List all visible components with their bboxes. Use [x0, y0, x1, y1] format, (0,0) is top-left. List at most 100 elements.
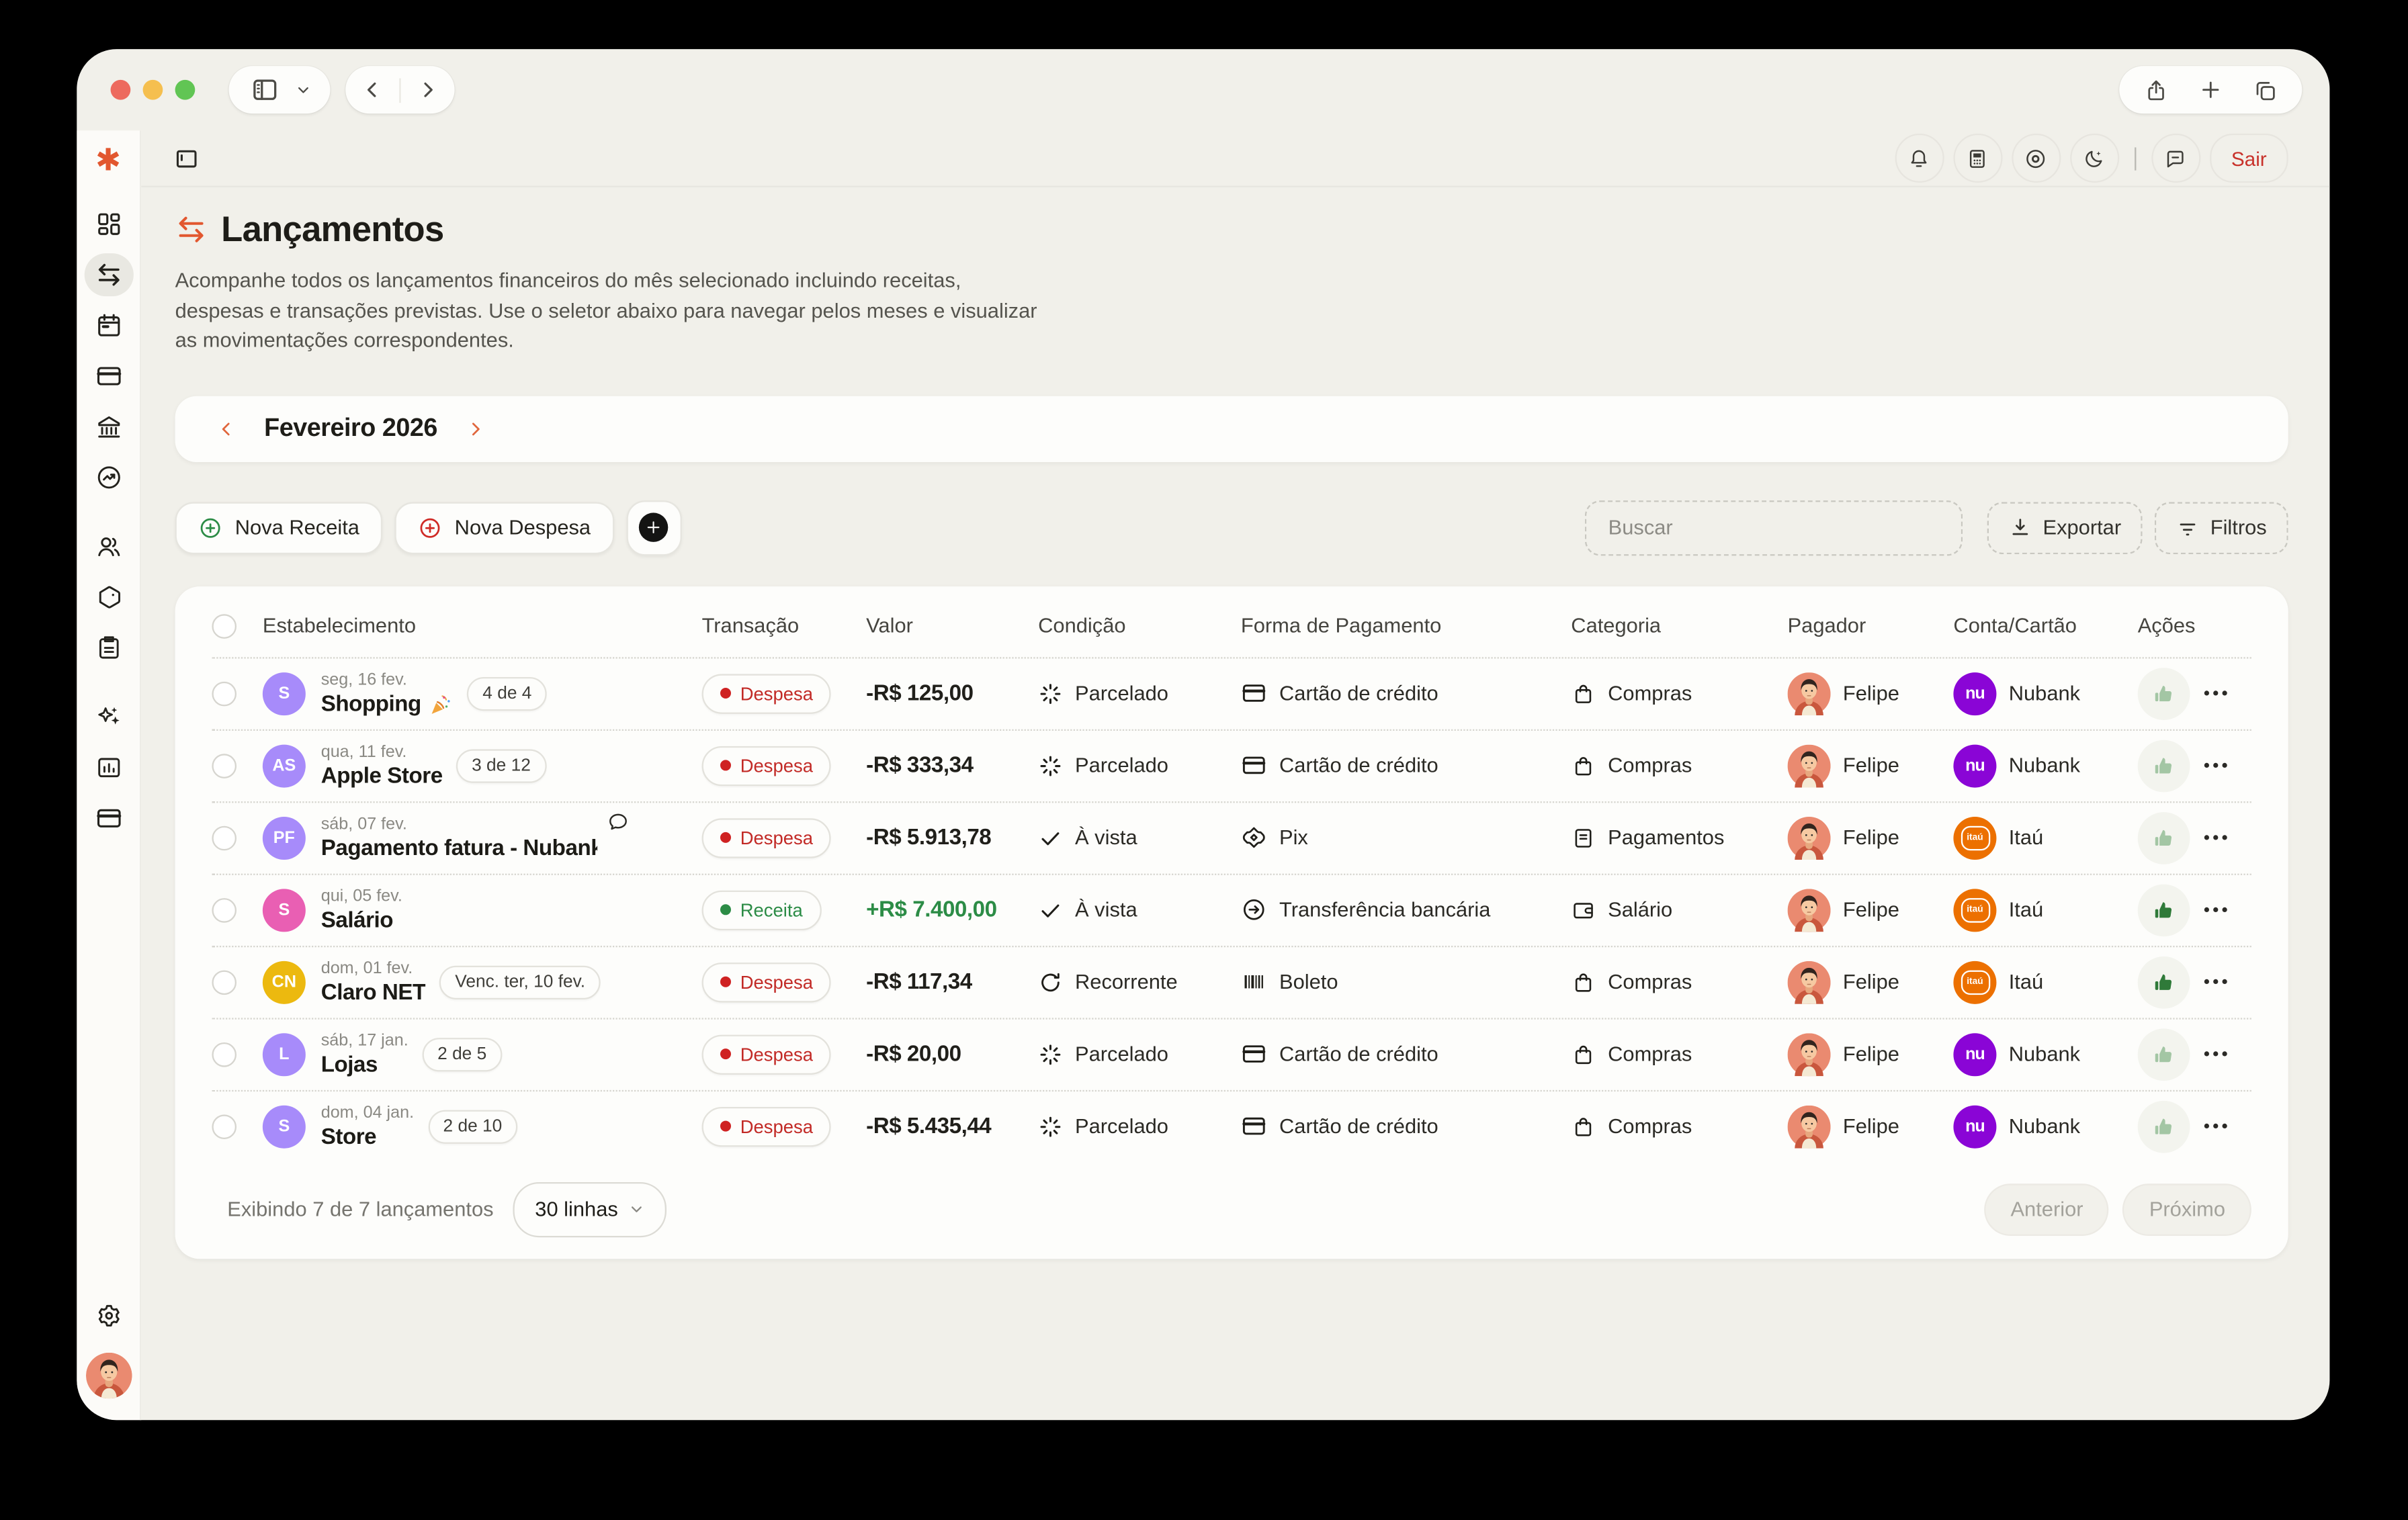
row-menu-button[interactable]: •••	[2204, 1117, 2231, 1135]
sidebar-item-cards[interactable]	[84, 354, 133, 397]
table-row[interactable]: L sáb, 17 jan. Lojas 2 de 5 Despesa -R$ …	[212, 1018, 2251, 1089]
thumbs-up-icon	[2151, 754, 2176, 778]
toggle-sidebar-button[interactable]	[235, 66, 295, 114]
approve-thumb-button[interactable]	[2138, 811, 2190, 864]
sidebar-item-reports[interactable]	[84, 746, 133, 789]
condition-cell: Parcelado	[1038, 1114, 1241, 1139]
feedback-button[interactable]	[2151, 134, 2200, 183]
rows-per-page-select[interactable]: 30 linhas	[513, 1181, 667, 1237]
previous-page-button[interactable]: Anterior	[1985, 1183, 2110, 1236]
row-menu-button[interactable]: •••	[2204, 973, 2231, 991]
sidebar-item-calendar[interactable]	[84, 303, 133, 346]
approve-thumb-button[interactable]	[2138, 884, 2190, 936]
close-window-button[interactable]	[111, 80, 131, 100]
more-actions-button[interactable]	[626, 500, 681, 555]
sidebar-item-users[interactable]	[84, 525, 133, 568]
sidebar-item-accounts[interactable]	[84, 796, 133, 839]
sidebar-item-transactions[interactable]	[84, 253, 133, 296]
transaction-badge: Despesa	[702, 1034, 832, 1074]
table-row[interactable]: S qui, 05 fev. Salário Receita +R$ 7.400…	[212, 873, 2251, 945]
shopping-bag-icon	[1571, 754, 1596, 778]
row-menu-button[interactable]: •••	[2204, 684, 2231, 703]
condition-label: Parcelado	[1075, 1115, 1168, 1138]
approve-thumb-button[interactable]	[2138, 668, 2190, 720]
row-menu-button[interactable]: •••	[2204, 1045, 2231, 1063]
table-row[interactable]: PF sáb, 07 fev. Pagamento fatura - Nuban…	[212, 801, 2251, 873]
sidebar-item-settings[interactable]	[84, 1294, 133, 1337]
transaction-value: -R$ 333,34	[866, 754, 1038, 778]
row-checkbox[interactable]	[212, 1042, 236, 1067]
column-header-payment-method: Forma de Pagamento	[1241, 615, 1571, 637]
table-row[interactable]: AS qua, 11 fev. Apple Store 3 de 12 Desp…	[212, 729, 2251, 801]
sidebar-item-ai[interactable]	[84, 695, 133, 737]
search-input[interactable]	[1605, 515, 1943, 541]
party-popper-icon	[429, 692, 454, 717]
select-all-checkbox[interactable]	[212, 614, 236, 639]
privacy-button[interactable]	[2012, 134, 2061, 183]
payer-name: Felipe	[1843, 682, 1899, 705]
row-checkbox[interactable]	[212, 681, 236, 706]
collapse-sidebar-button[interactable]	[173, 145, 200, 171]
download-icon	[2009, 516, 2032, 539]
back-button[interactable]	[345, 66, 399, 114]
parcelado-spinner-icon	[1038, 1114, 1063, 1139]
export-button[interactable]: Exportar	[1987, 502, 2143, 554]
next-month-button[interactable]	[462, 415, 489, 443]
status-dot	[720, 760, 731, 771]
table-row[interactable]: CN dom, 01 fev. Claro NET Venc. ter, 10 …	[212, 945, 2251, 1017]
recurring-icon	[1038, 970, 1063, 995]
condition-cell: Parcelado	[1038, 1042, 1241, 1067]
zoom-window-button[interactable]	[175, 80, 196, 100]
approve-thumb-button[interactable]	[2138, 740, 2190, 792]
wallet-card-icon	[95, 804, 122, 832]
previous-month-button[interactable]	[212, 415, 239, 443]
transaction-date: dom, 04 jan.	[321, 1104, 414, 1124]
comment-bubble-icon[interactable]	[607, 810, 630, 833]
category-cell: Salário	[1571, 897, 1787, 922]
new-income-button[interactable]: Nova Receita	[175, 502, 383, 554]
establishment-name: Salário	[321, 908, 393, 933]
calculator-button[interactable]	[1953, 134, 2002, 183]
notifications-button[interactable]	[1895, 134, 1944, 183]
minimize-window-button[interactable]	[143, 80, 163, 100]
filters-button[interactable]: Filtros	[2155, 502, 2288, 554]
transaction-type-label: Despesa	[740, 1116, 813, 1137]
user-avatar[interactable]	[85, 1353, 132, 1399]
new-expense-button[interactable]: Nova Despesa	[395, 502, 614, 554]
sidebar-item-tags[interactable]	[84, 575, 133, 618]
establishment-name: Shopping	[321, 692, 421, 717]
row-checkbox[interactable]	[212, 754, 236, 778]
forward-button[interactable]	[401, 66, 455, 114]
show-tabs-button[interactable]	[2237, 66, 2292, 114]
transaction-value: -R$ 20,00	[866, 1042, 1038, 1067]
table-row[interactable]: S seg, 16 fev. Shopping 4 de 4 Despesa -…	[212, 657, 2251, 729]
approve-thumb-button[interactable]	[2138, 956, 2190, 1008]
sidebar-menu-button[interactable]	[295, 66, 324, 114]
sidebar-item-performance[interactable]	[84, 455, 133, 498]
sidebar-item-notes[interactable]	[84, 625, 133, 668]
row-checkbox[interactable]	[212, 970, 236, 995]
next-page-button[interactable]: Próximo	[2123, 1183, 2251, 1236]
dark-mode-button[interactable]	[2070, 134, 2119, 183]
row-checkbox[interactable]	[212, 825, 236, 850]
new-tab-button[interactable]	[2184, 66, 2237, 114]
table-row[interactable]: S dom, 04 jan. Store 2 de 10 Despesa -R$…	[212, 1089, 2251, 1161]
sidebar-item-banks[interactable]	[84, 404, 133, 447]
sidebar-item-dashboard[interactable]	[84, 202, 133, 245]
bar-chart-doc-icon	[95, 753, 122, 780]
row-checkbox[interactable]	[212, 1114, 236, 1139]
row-checkbox[interactable]	[212, 897, 236, 922]
approve-thumb-button[interactable]	[2138, 1028, 2190, 1081]
row-menu-button[interactable]: •••	[2204, 901, 2231, 919]
share-button[interactable]	[2128, 66, 2184, 114]
transaction-date: dom, 01 fev.	[321, 959, 426, 980]
logout-button[interactable]: Sair	[2210, 134, 2288, 183]
row-menu-button[interactable]: •••	[2204, 829, 2231, 847]
app-logo-icon[interactable]: ✱	[95, 146, 121, 177]
installment-badge: 2 de 10	[428, 1110, 517, 1143]
row-menu-button[interactable]: •••	[2204, 756, 2231, 774]
transaction-date: qua, 11 fev.	[321, 743, 443, 764]
check-icon	[1038, 825, 1063, 850]
approve-thumb-button[interactable]	[2138, 1100, 2190, 1153]
transaction-type-label: Despesa	[740, 827, 813, 848]
